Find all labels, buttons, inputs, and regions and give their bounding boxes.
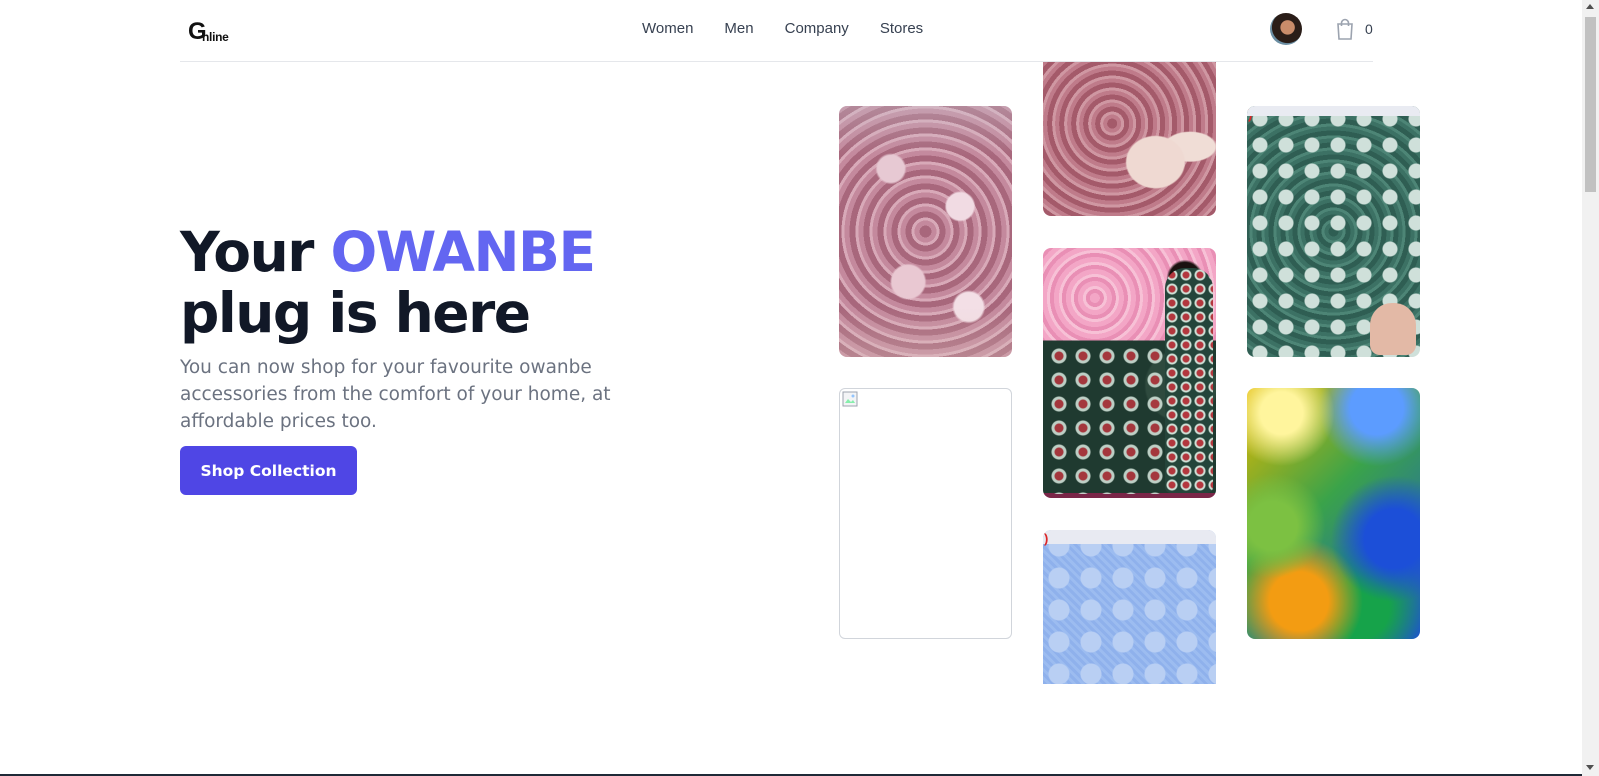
scroll-thumb[interactable] bbox=[1585, 17, 1596, 192]
hero-title-line2: plug is here bbox=[180, 281, 531, 345]
product-image-glitter[interactable] bbox=[1247, 388, 1420, 639]
hero-title-accent: OWANBE bbox=[330, 220, 597, 284]
nav-stores[interactable]: Stores bbox=[880, 20, 923, 37]
product-image-blue-lace[interactable] bbox=[1043, 530, 1216, 684]
shop-collection-button[interactable]: Shop Collection bbox=[180, 446, 357, 495]
product-image-model-lace[interactable] bbox=[1043, 248, 1216, 498]
top-nav: G nline Women Men Company Stores 0 bbox=[180, 0, 1373, 62]
logo-text: nline bbox=[202, 30, 229, 44]
cart-count: 0 bbox=[1365, 21, 1373, 37]
cart-button[interactable]: 0 bbox=[1336, 18, 1373, 40]
nav-women[interactable]: Women bbox=[642, 20, 693, 37]
product-image-pink-lace[interactable] bbox=[839, 106, 1012, 357]
product-image-green-lace[interactable] bbox=[1247, 106, 1420, 357]
vertical-scrollbar[interactable] bbox=[1582, 0, 1599, 776]
nav-men[interactable]: Men bbox=[724, 20, 753, 37]
hero-description: You can now shop for your favourite owan… bbox=[180, 357, 611, 432]
main-nav: Women Men Company Stores bbox=[642, 20, 923, 37]
stray-mark: ) bbox=[1044, 531, 1049, 546]
product-image-broken[interactable] bbox=[839, 388, 1012, 639]
product-image-mauve-lace[interactable] bbox=[1043, 62, 1216, 216]
lace-fabric-pattern bbox=[1047, 344, 1167, 494]
broken-image-icon bbox=[842, 391, 858, 407]
hero-title: Your OWANBE plug is here bbox=[180, 220, 597, 345]
avatar[interactable] bbox=[1270, 13, 1302, 45]
shopping-bag-icon bbox=[1337, 18, 1353, 40]
nav-company[interactable]: Company bbox=[785, 20, 849, 37]
hero-title-part1: Your bbox=[180, 220, 331, 284]
model-dress bbox=[1165, 268, 1213, 493]
logo[interactable]: G nline bbox=[188, 18, 232, 48]
scroll-up-arrow-icon[interactable] bbox=[1586, 4, 1594, 9]
scroll-down-arrow-icon[interactable] bbox=[1586, 765, 1594, 770]
page: G nline Women Men Company Stores 0 Your … bbox=[0, 0, 1582, 776]
